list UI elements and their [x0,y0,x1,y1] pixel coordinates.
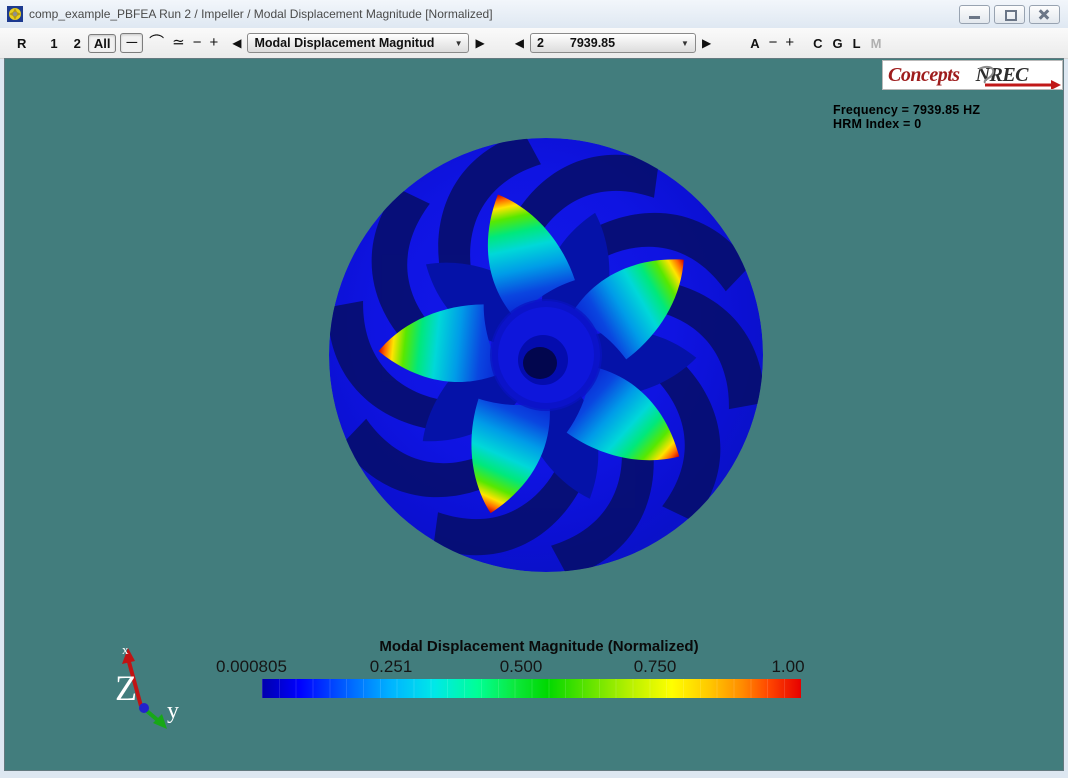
mesh-button: M [866,34,887,53]
titlebar[interactable]: comp_example_PBFEA Run 2 / Impeller / Mo… [0,0,1068,29]
minimize-icon [969,16,980,19]
colorbar-gradient [262,679,801,698]
colorbar-title: Modal Displacement Magnitude (Normalized… [239,638,839,655]
y-axis-label: y [167,698,179,724]
arc-display-button[interactable]: ⌒ [145,34,168,52]
hrm-index-label: HRM Index = 0 [833,117,980,131]
impeller-model[interactable] [311,120,781,590]
prev-quantity-icon[interactable]: ◀ [228,36,245,50]
zoom-in-button[interactable]: + [205,34,222,52]
restore-button[interactable] [994,5,1025,24]
restore-icon [1005,10,1017,21]
chevron-down-icon: ▼ [447,39,463,48]
colorbar-tick-3: 0.750 [634,657,677,677]
zoom-out-button[interactable]: − [189,34,206,52]
frequency-label: Frequency = 7939.85 HZ [833,103,980,117]
colorbar-tick-1: 0.251 [370,657,413,677]
view-2-button[interactable]: 2 [69,34,86,53]
window-title: comp_example_PBFEA Run 2 / Impeller / Mo… [29,7,493,21]
mode-frequency: 7939.85 [570,36,615,50]
application-window: comp_example_PBFEA Run 2 / Impeller / Mo… [0,0,1068,778]
toolbar-right-group: A − + C G L M [745,34,886,53]
concepts-nrec-logo: Concepts NREC [882,60,1063,90]
line-display-button[interactable]: ─ [120,33,143,53]
minimize-button[interactable] [959,5,990,24]
mode-dropdown[interactable]: 2 7939.85 ▼ [530,33,696,53]
results-button[interactable]: R [12,34,31,53]
axis-triad: x y Z [93,642,188,737]
view-all-button[interactable]: All [88,34,117,53]
double-arc-display-button[interactable]: ≃ [168,34,189,52]
animate-button[interactable]: A [745,34,764,53]
z-axis-icon [139,703,149,713]
logo-swoosh-icon [883,61,1063,90]
colorbar-tick-4: 1.00 [771,657,804,677]
close-button[interactable] [1029,5,1060,24]
next-mode-icon[interactable]: ▶ [698,36,715,50]
z-axis-label: Z [115,668,137,708]
toolbar: R 1 2 All ─ ⌒ ≃ − + ◀ Modal Displacement… [0,28,1068,59]
view-1-button[interactable]: 1 [45,34,62,53]
result-annotation: Frequency = 7939.85 HZ HRM Index = 0 [833,103,980,131]
next-quantity-icon[interactable]: ▶ [471,36,488,50]
colorbar-tick-2: 0.500 [500,657,543,677]
x-axis-label: x [122,642,129,657]
chevron-down-icon: ▼ [673,39,689,48]
render-viewport[interactable]: Concepts NREC Frequency = 7939.85 HZ HRM… [4,58,1064,771]
contour-button[interactable]: C [808,34,827,53]
mode-index: 2 [537,36,544,50]
decrease-button[interactable]: − [765,34,782,52]
window-controls [959,5,1060,24]
increase-button[interactable]: + [781,34,798,52]
colorbar-tick-0: 0.000805 [216,657,287,677]
grid-button[interactable]: G [828,34,848,53]
prev-mode-icon[interactable]: ◀ [511,36,528,50]
quantity-dropdown[interactable]: Modal Displacement Magnitud ▼ [247,33,469,53]
legend-button[interactable]: L [848,34,866,53]
close-icon [1030,6,1059,23]
quantity-dropdown-value: Modal Displacement Magnitud [254,36,434,50]
app-icon [7,6,23,22]
